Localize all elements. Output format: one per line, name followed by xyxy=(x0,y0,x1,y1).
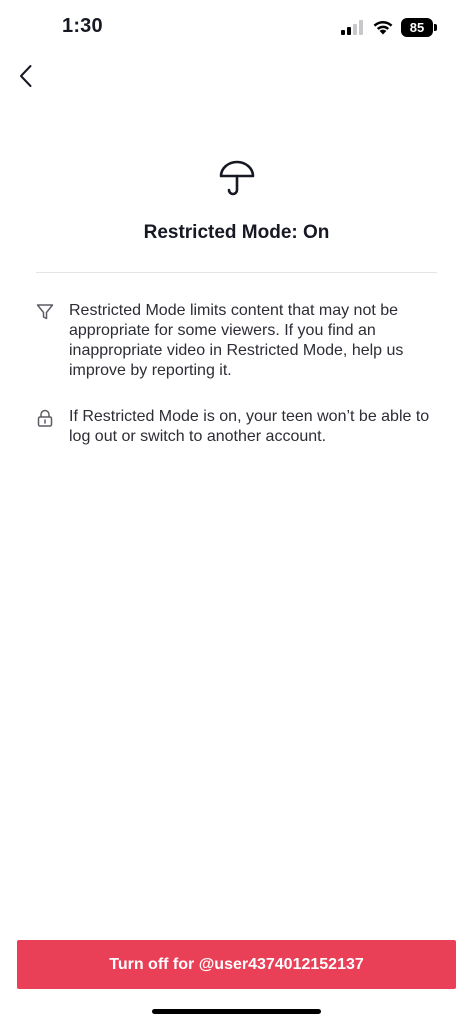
divider xyxy=(36,272,437,273)
lock-icon xyxy=(37,409,53,427)
battery-cap xyxy=(434,24,437,31)
umbrella-icon xyxy=(219,160,255,196)
battery-indicator: 85 xyxy=(401,18,438,37)
chevron-left-icon xyxy=(20,65,32,87)
wifi-icon xyxy=(373,20,393,35)
back-button[interactable] xyxy=(10,60,42,92)
status-time: 1:30 xyxy=(62,15,103,37)
page-title: Restricted Mode: On xyxy=(143,222,330,243)
home-indicator xyxy=(152,1009,321,1014)
info-item-account-lock: If Restricted Mode is on, your teen won’… xyxy=(36,407,433,447)
info-text: If Restricted Mode is on, your teen won’… xyxy=(69,408,430,445)
info-item-content-filter: Restricted Mode limits content that may … xyxy=(36,301,433,381)
status-bar: 1:30 85 xyxy=(0,0,473,54)
cellular-signal-icon xyxy=(341,20,363,35)
battery-level: 85 xyxy=(401,18,433,37)
info-text: Restricted Mode limits content that may … xyxy=(69,302,404,379)
filter-icon xyxy=(36,304,54,320)
turn-off-restricted-mode-button[interactable]: Turn off for @user4374012152137 xyxy=(17,940,456,989)
